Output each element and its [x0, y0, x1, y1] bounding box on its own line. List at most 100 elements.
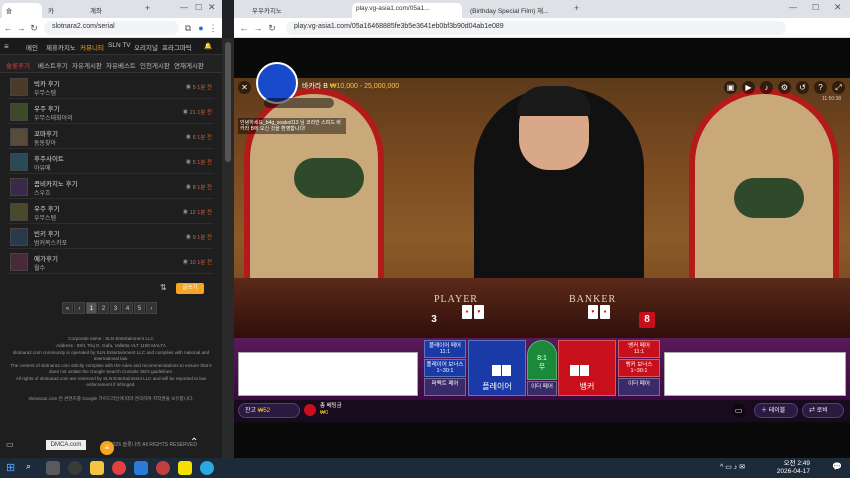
forward-icon[interactable]: →: [252, 21, 264, 35]
back-icon[interactable]: ←: [238, 21, 250, 35]
page-number[interactable]: 2: [98, 302, 109, 314]
post-author[interactable]: 우무스템: [34, 88, 56, 97]
reload-icon[interactable]: ↻: [28, 21, 40, 35]
tab-game[interactable]: play.vg-asia1.com/05a1...: [352, 3, 462, 18]
url-field[interactable]: play.vg-asia1.com/05a16468885fe3b5e3641e…: [286, 21, 786, 35]
help-icon[interactable]: ?: [814, 81, 827, 94]
kakaotalk-icon[interactable]: [178, 461, 192, 475]
nav-item[interactable]: 커뮤니티: [80, 42, 104, 52]
banker-pair-bet[interactable]: 뱅커 페어 11:1: [618, 340, 660, 358]
settings-icon[interactable]: ⚙: [778, 81, 791, 94]
subnav-item[interactable]: 자유게시판: [72, 60, 102, 70]
list-item[interactable]: 우주 후기 우무스태화아와 ◉ 21 1분 전: [8, 101, 214, 124]
maximize-icon[interactable]: ☐: [812, 3, 819, 12]
either-pair-bet[interactable]: 이더 페어: [527, 381, 557, 396]
maximize-icon[interactable]: ☐: [195, 3, 202, 12]
tab-slotnara[interactable]: 슬: [2, 3, 42, 18]
windows-start-icon[interactable]: ⊞: [6, 462, 18, 474]
file-explorer-icon[interactable]: [90, 461, 104, 475]
video-icon[interactable]: ▶: [742, 81, 755, 94]
sort-icon[interactable]: ⇅: [160, 283, 167, 292]
roadmap-left[interactable]: [238, 352, 418, 396]
chrome-icon[interactable]: [156, 461, 170, 475]
post-title[interactable]: 빈키 후기: [34, 228, 60, 238]
edge-icon[interactable]: [134, 461, 148, 475]
subnav-item[interactable]: 베스트후기: [38, 60, 68, 70]
notification-icon[interactable]: 💬: [832, 462, 842, 471]
page-first[interactable]: «: [62, 302, 73, 314]
post-title[interactable]: 우주 후기: [34, 103, 60, 113]
tray-icons[interactable]: ^ ▭ ♪ ✉: [720, 463, 745, 471]
back-icon[interactable]: ←: [2, 21, 14, 35]
fullscreen-icon[interactable]: ⤢: [832, 81, 845, 94]
post-author[interactable]: 아유메: [34, 163, 51, 172]
minimize-icon[interactable]: —: [789, 3, 797, 12]
scrollbar[interactable]: [222, 38, 234, 458]
page-number[interactable]: 3: [110, 302, 121, 314]
subnav-item[interactable]: 연재게시판: [174, 60, 204, 70]
forward-icon[interactable]: →: [15, 21, 27, 35]
banker-bonus-bet[interactable]: 뱅커 보너스 1~30:1: [618, 359, 660, 377]
roadmap-right[interactable]: [664, 352, 846, 396]
post-thumbnail[interactable]: [10, 178, 28, 196]
post-title[interactable]: 빅카 후기: [34, 78, 60, 88]
super6-bet[interactable]: 이더 페어: [618, 378, 660, 396]
lobby-button[interactable]: ⇄ 로비: [802, 403, 844, 418]
dmca-badge[interactable]: DMCA.com: [46, 440, 86, 450]
menu-dots-icon[interactable]: ⋮: [207, 21, 219, 35]
tab-casino[interactable]: 카: [44, 3, 84, 18]
page-number[interactable]: 5: [134, 302, 145, 314]
page-prev[interactable]: ‹: [74, 302, 85, 314]
post-author[interactable]: 우무스태화아와: [34, 113, 73, 122]
nav-item[interactable]: 제휴카지노: [46, 42, 76, 52]
clock[interactable]: 오전 2:49 2026-04-17: [777, 460, 810, 476]
layout-icon[interactable]: ▣: [724, 81, 737, 94]
post-author[interactable]: 우무스템: [34, 213, 56, 222]
subnav-item[interactable]: 자유베스트: [106, 60, 136, 70]
write-button[interactable]: 글쓰기: [176, 283, 204, 294]
player-bonus-bet[interactable]: 플레이어 보너스 1~30:1: [424, 359, 466, 377]
task-view-icon[interactable]: [46, 461, 60, 475]
post-title[interactable]: 콤비카지노 후기: [34, 178, 78, 188]
subnav-item[interactable]: 슬롯후기: [6, 60, 30, 70]
player-pair-bet[interactable]: 플레이어 페어 11:1: [424, 340, 466, 358]
list-item[interactable]: 예가후기 월수 ◉ 10 1분 전: [8, 251, 214, 274]
tab-casino[interactable]: 우우카지노: [248, 3, 348, 18]
minimize-icon[interactable]: —: [180, 3, 188, 12]
post-thumbnail[interactable]: [10, 203, 28, 221]
post-thumbnail[interactable]: [10, 153, 28, 171]
bell-icon[interactable]: 🔔: [204, 42, 212, 50]
list-item[interactable]: 후주사이트 아유메 ◉ 5 1분 전: [8, 151, 214, 174]
nav-item[interactable]: 프라그마틱: [162, 42, 192, 52]
chat-input[interactable]: [264, 98, 334, 108]
extensions-icon[interactable]: ⧉: [182, 21, 194, 35]
scrollbar-thumb[interactable]: [225, 42, 231, 162]
chat-icon[interactable]: ▭: [732, 404, 745, 417]
post-thumbnail[interactable]: [10, 128, 28, 146]
post-title[interactable]: 꼬마후기: [34, 128, 58, 138]
post-title[interactable]: 우주 후기: [34, 203, 60, 213]
post-title[interactable]: 예가후기: [34, 253, 58, 263]
tab-youtube[interactable]: (Birthday Special Film) 재...: [466, 3, 574, 18]
list-item[interactable]: 콤비카지노 후기 스우흐 ◉ 8 1분 전: [8, 176, 214, 199]
post-thumbnail[interactable]: [10, 253, 28, 271]
table-button[interactable]: ＋ 테이블: [754, 403, 798, 418]
telegram-icon[interactable]: [200, 461, 214, 475]
post-author[interactable]: 범커목스카포: [34, 238, 67, 247]
search-icon[interactable]: ⌕: [26, 461, 40, 475]
floating-menu-button[interactable]: ≡: [100, 441, 114, 455]
reload-icon[interactable]: ↻: [266, 21, 278, 35]
tie-bet[interactable]: 8:1 무: [527, 340, 557, 380]
history-icon[interactable]: ↺: [796, 81, 809, 94]
post-author[interactable]: 스우흐: [34, 188, 51, 197]
post-thumbnail[interactable]: [10, 78, 28, 96]
page-number[interactable]: 1: [86, 302, 97, 314]
close-game-icon[interactable]: ✕: [238, 81, 251, 94]
post-author[interactable]: 월수: [34, 263, 45, 272]
page-next[interactable]: ›: [146, 302, 157, 314]
new-tab-button[interactable]: +: [145, 3, 150, 13]
new-tab-button[interactable]: +: [574, 3, 579, 13]
perfect-pair-bet[interactable]: 퍼펙트 페어: [424, 378, 466, 396]
tab-account[interactable]: 계좌: [86, 3, 136, 18]
nav-item[interactable]: 메인: [26, 42, 38, 52]
